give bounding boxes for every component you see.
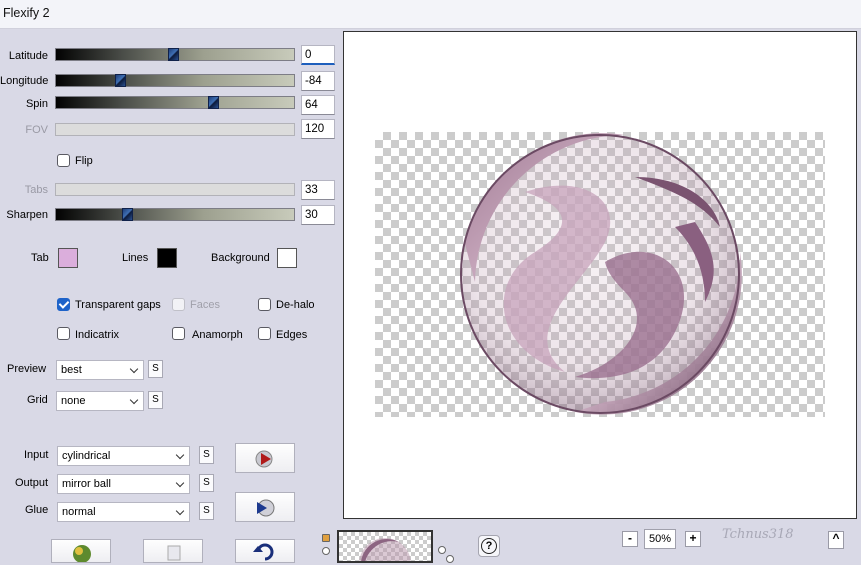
transparent-gaps-checkbox[interactable]	[57, 298, 70, 311]
latitude-label: Latitude	[8, 50, 48, 62]
undo-button[interactable]	[235, 539, 295, 563]
fov-label: FOV	[25, 124, 48, 136]
chevron-down-icon	[129, 395, 139, 405]
zoom-level[interactable]: 50%	[644, 529, 676, 549]
anamorph-label: Anamorph	[192, 329, 243, 341]
indicatrix-label: Indicatrix	[75, 329, 120, 341]
window-title: Flexify 2	[3, 6, 50, 20]
faces-checkbox	[172, 298, 185, 311]
help-button[interactable]: ?	[478, 535, 500, 557]
tabs-label: Tabs	[24, 184, 48, 196]
preview-select-value: best	[61, 364, 82, 376]
spin-slider[interactable]	[55, 96, 295, 109]
clipboard-icon	[167, 545, 181, 561]
fov-input[interactable]: 120	[301, 119, 335, 139]
preview-canvas[interactable]	[343, 31, 857, 519]
undo-icon	[253, 543, 274, 561]
latitude-slider[interactable]	[55, 48, 295, 61]
paste-button[interactable]	[143, 539, 203, 563]
flip-label: Flip	[75, 155, 93, 167]
grid-label: Grid	[27, 394, 48, 406]
planet-icon-button[interactable]	[51, 539, 111, 563]
preview-label: Preview	[7, 363, 47, 375]
render-forward-button[interactable]	[235, 443, 295, 473]
render-back-button[interactable]	[235, 492, 295, 522]
output-select[interactable]: mirror ball	[57, 474, 190, 494]
preview-select[interactable]: best	[56, 360, 144, 380]
tabs-input[interactable]: 33	[301, 180, 335, 200]
dehalo-label: De-halo	[276, 299, 315, 311]
chevron-down-icon	[175, 506, 185, 516]
background-color-swatch[interactable]	[277, 248, 297, 268]
watermark-logo: Tchnus318	[722, 527, 794, 542]
chevron-down-icon	[175, 478, 185, 488]
view-radio-3[interactable]	[446, 555, 454, 563]
output-select-value: mirror ball	[62, 478, 111, 490]
fov-slider	[55, 123, 295, 136]
anamorph-checkbox[interactable]	[172, 327, 185, 340]
sharpen-input[interactable]: 30	[301, 205, 335, 225]
sharpen-slider-thumb[interactable]	[122, 208, 134, 221]
transparency-checkerboard	[375, 132, 825, 417]
latitude-slider-thumb[interactable]	[167, 48, 179, 61]
faces-label: Faces	[190, 299, 220, 311]
sharpen-slider[interactable]	[55, 208, 295, 221]
mirror-ball-image	[460, 133, 742, 415]
output-label: Output	[15, 477, 49, 489]
grid-s-button[interactable]: S	[148, 391, 163, 409]
planet-icon	[73, 545, 91, 563]
view-radio-1[interactable]	[322, 547, 330, 555]
glue-select[interactable]: normal	[57, 502, 190, 522]
spin-label: Spin	[25, 98, 48, 110]
tabs-slider	[55, 183, 295, 196]
zoom-in-button[interactable]: +	[685, 531, 701, 547]
help-icon: ?	[481, 538, 497, 554]
layer-marker[interactable]	[322, 534, 330, 542]
play-forward-icon	[255, 450, 273, 468]
input-select-value: cylindrical	[62, 450, 111, 462]
tab-color-label: Tab	[31, 252, 49, 264]
title-bar: Flexify 2	[0, 0, 861, 29]
input-s-button[interactable]: S	[199, 446, 214, 464]
lines-color-label: Lines	[122, 252, 149, 264]
preview-s-button[interactable]: S	[148, 360, 163, 378]
longitude-slider[interactable]	[55, 74, 295, 87]
sharpen-label: Sharpen	[6, 209, 48, 221]
tab-color-swatch[interactable]	[58, 248, 78, 268]
preview-thumbnail[interactable]	[337, 530, 433, 563]
input-select[interactable]: cylindrical	[57, 446, 190, 466]
output-s-button[interactable]: S	[199, 474, 214, 492]
disc-play-icon	[257, 499, 275, 517]
flip-checkbox[interactable]	[57, 154, 70, 167]
edges-checkbox[interactable]	[258, 327, 271, 340]
indicatrix-checkbox[interactable]	[57, 327, 70, 340]
background-color-label: Background	[211, 252, 270, 264]
collapse-button[interactable]: ^	[828, 531, 844, 549]
input-label: Input	[24, 449, 49, 461]
zoom-out-button[interactable]: -	[622, 531, 638, 547]
chevron-down-icon	[175, 450, 185, 460]
lines-color-swatch[interactable]	[157, 248, 177, 268]
longitude-label: Longitude	[0, 75, 49, 87]
dehalo-checkbox[interactable]	[258, 298, 271, 311]
spin-slider-thumb[interactable]	[208, 96, 220, 109]
glue-label: Glue	[25, 504, 49, 516]
longitude-input[interactable]: -84	[301, 71, 335, 91]
glue-s-button[interactable]: S	[199, 502, 214, 520]
latitude-input[interactable]: 0	[301, 45, 335, 65]
edges-label: Edges	[276, 329, 308, 341]
thumbnail-image	[359, 538, 411, 561]
glue-select-value: normal	[62, 506, 96, 518]
chevron-down-icon	[129, 364, 139, 374]
longitude-slider-thumb[interactable]	[115, 74, 127, 87]
spin-input[interactable]: 64	[301, 95, 335, 115]
view-radio-2[interactable]	[438, 546, 446, 554]
grid-select[interactable]: none	[56, 391, 144, 411]
grid-select-value: none	[61, 395, 86, 407]
transparent-gaps-label: Transparent gaps	[75, 299, 161, 311]
